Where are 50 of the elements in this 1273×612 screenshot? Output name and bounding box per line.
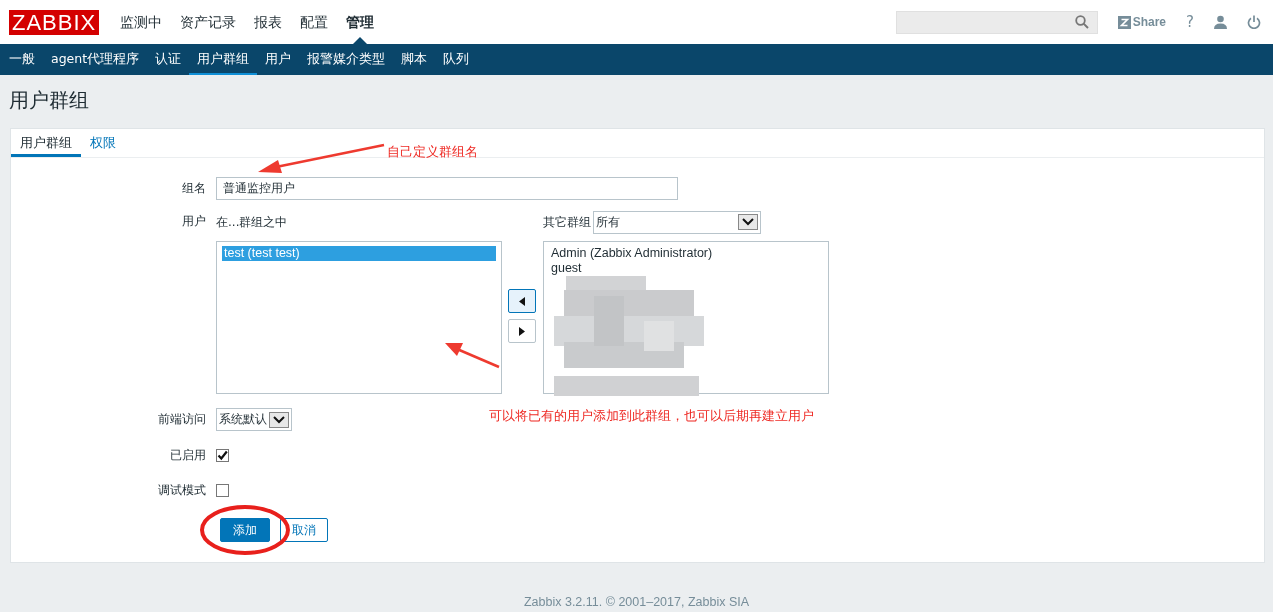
tab[interactable]: 权限: [81, 129, 125, 157]
submenu-item[interactable]: 脚本: [393, 44, 436, 75]
list-caption: 其它群组: [543, 213, 591, 231]
z-logo-icon: [1117, 15, 1131, 29]
tab[interactable]: 用户群组: [11, 129, 81, 157]
submenu-item[interactable]: 一般: [1, 44, 43, 75]
menu-item[interactable]: 管理: [337, 0, 384, 44]
submenu-item[interactable]: 用户群组: [189, 44, 258, 75]
user-list[interactable]: Admin (Zabbix Administrator) guest: [543, 241, 829, 394]
field-label: 用户: [181, 213, 207, 230]
list-caption: 在...群组之中: [216, 213, 289, 231]
chevron-down-icon: [738, 214, 758, 230]
submenu-item[interactable]: 用户: [257, 44, 300, 75]
user-profile-icon[interactable]: [1214, 15, 1227, 29]
group-name-field[interactable]: 普通监控用户: [216, 177, 678, 200]
triangle-right-icon: [519, 326, 525, 336]
menu-item[interactable]: 配置: [291, 0, 338, 44]
page-title: 用户群组: [8, 87, 90, 114]
field-label: 前端访问: [157, 411, 207, 428]
search-field[interactable]: [895, 10, 1098, 34]
field-label: 组名: [181, 180, 207, 197]
enabled-checkbox[interactable]: [216, 448, 229, 462]
search-icon[interactable]: [1074, 15, 1089, 29]
annotation-text: 自己定义群组名: [387, 143, 478, 161]
annotation-arrow: [443, 341, 501, 369]
triangle-left-icon: [519, 296, 525, 306]
menu-item[interactable]: 报表: [245, 0, 292, 44]
cancel-button[interactable]: 取消: [280, 518, 328, 542]
menu-item[interactable]: 监测中: [111, 0, 172, 44]
field-label: 调试模式: [157, 481, 207, 499]
chevron-down-icon: [269, 411, 289, 428]
submenu-item[interactable]: 认证: [147, 44, 190, 75]
list-option[interactable]: guest: [549, 260, 823, 275]
move-right-button[interactable]: [508, 319, 536, 343]
help-button[interactable]: ?: [1186, 13, 1194, 31]
annotation-text: 可以将已有的用户添加到此群组，也可以后期再建立用户: [489, 407, 814, 425]
add-button[interactable]: 添加: [220, 518, 270, 542]
debug-checkbox[interactable]: [216, 483, 229, 497]
submenu-item[interactable]: 队列: [435, 44, 478, 75]
footer-text: Zabbix 3.2.11. © 2001–2017, Zabbix SIA: [522, 595, 751, 609]
list-option[interactable]: Admin (Zabbix Administrator): [549, 246, 823, 261]
move-left-button[interactable]: [508, 289, 536, 313]
frontend-access-dropdown[interactable]: 系统默认: [216, 408, 292, 431]
menu-item[interactable]: 资产记录: [171, 0, 246, 44]
zabbix-logo[interactable]: ZABBIX: [9, 9, 100, 35]
submenu-item[interactable]: agent代理程序: [43, 44, 148, 75]
field-label: 已启用: [169, 446, 207, 464]
submenu-item[interactable]: 报警媒介类型: [299, 44, 394, 75]
power-icon[interactable]: [1247, 15, 1261, 29]
group-dropdown[interactable]: 所有: [593, 210, 761, 234]
